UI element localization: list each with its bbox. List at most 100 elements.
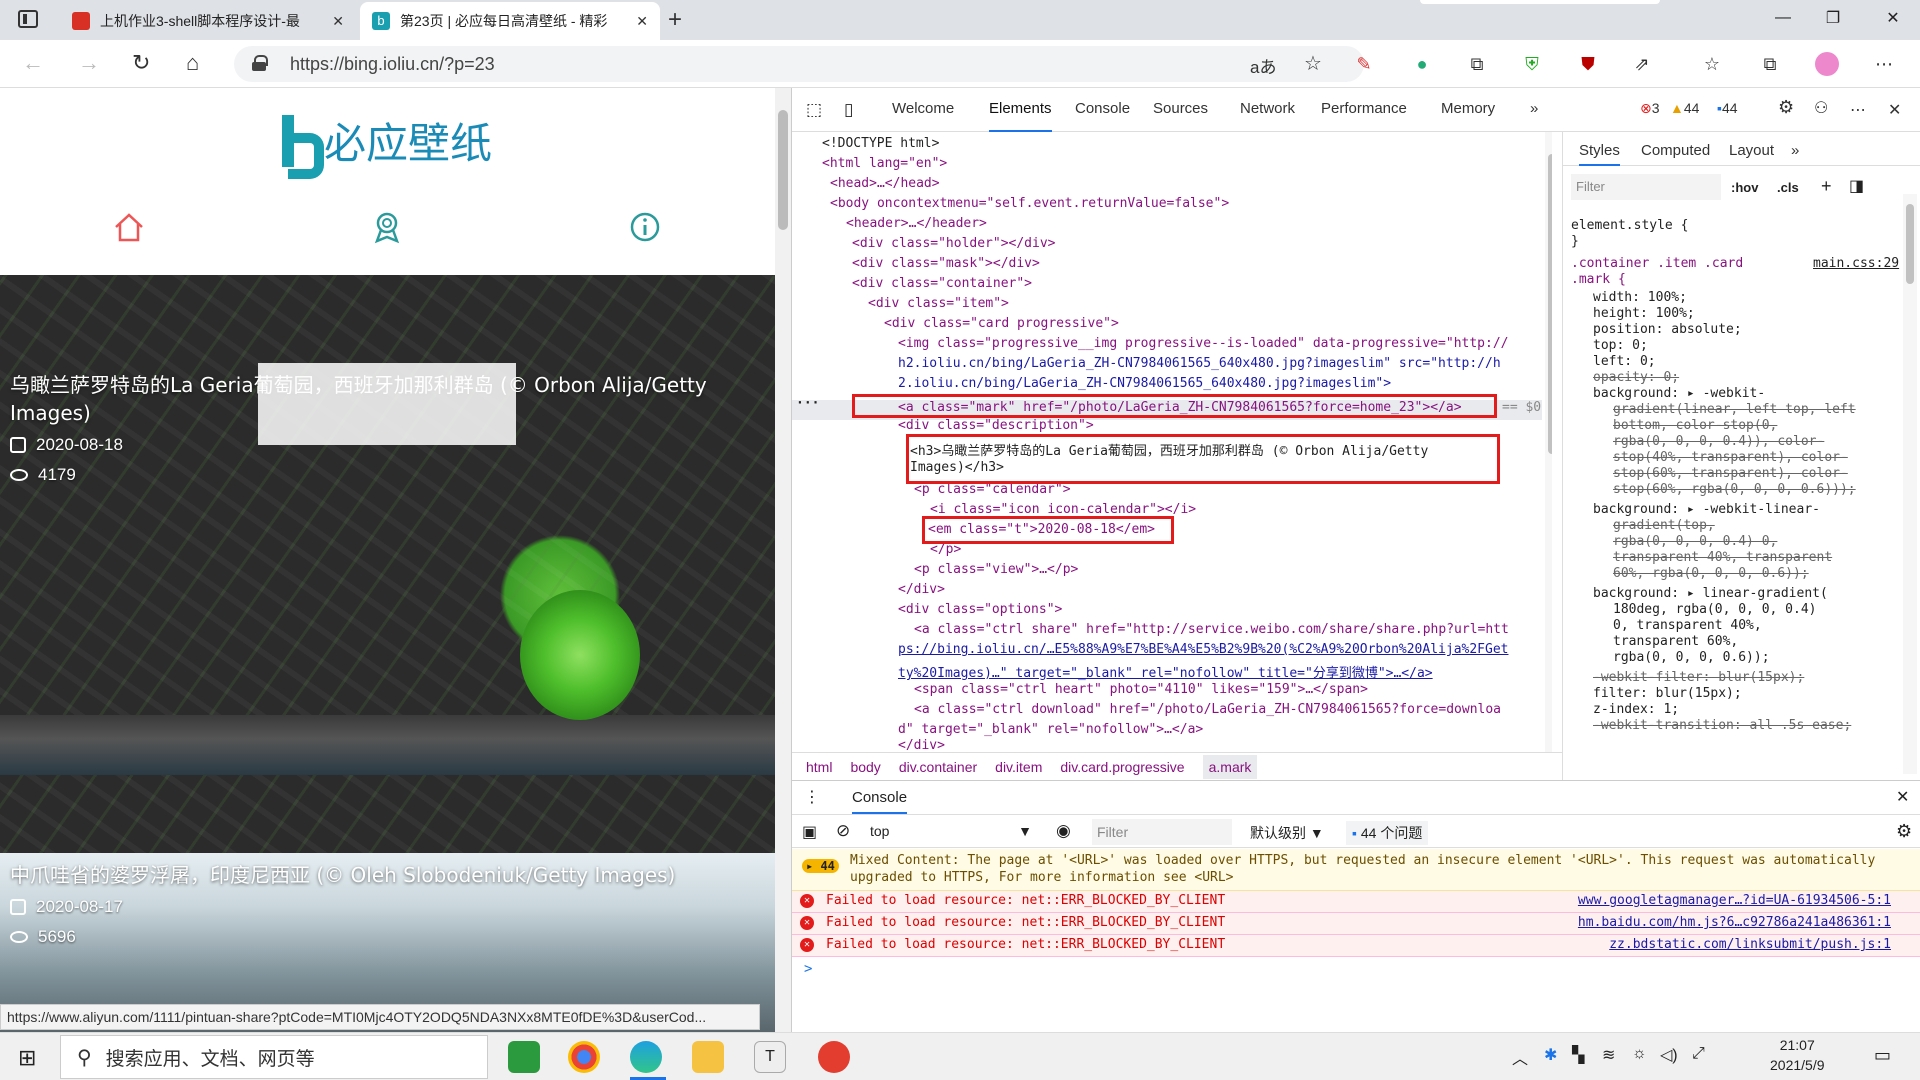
- tray-expand-icon[interactable]: ︿: [1512, 1045, 1528, 1069]
- sidebar-toggle-icon[interactable]: ◨: [1849, 176, 1864, 196]
- dom-line[interactable]: <header>…</header>: [846, 216, 987, 231]
- back-icon[interactable]: ←: [22, 50, 44, 76]
- dom-line[interactable]: <html lang="en">: [822, 156, 947, 171]
- dom-line[interactable]: ty%20Images)…" target="_blank" rel="nofo…: [898, 662, 1433, 681]
- settings-gear-icon[interactable]: ⚙: [1778, 97, 1794, 118]
- console-settings-gear-icon[interactable]: ⚙: [1896, 821, 1912, 842]
- console-filter-input[interactable]: Filter: [1092, 819, 1232, 845]
- maximize-icon[interactable]: ❐: [1810, 0, 1856, 36]
- read-aloud-icon[interactable]: aあ: [1250, 53, 1276, 78]
- windows-start-icon[interactable]: ⊞: [18, 1045, 36, 1071]
- tab-elements[interactable]: Elements: [989, 100, 1052, 132]
- notification-icon[interactable]: ▭: [1874, 1045, 1891, 1066]
- ublock-icon[interactable]: ⛊: [1576, 52, 1600, 76]
- style-decl[interactable]: background: ▸ -webkit-linear-: [1593, 502, 1820, 517]
- error-count[interactable]: ⊗3: [1640, 100, 1660, 117]
- dom-line[interactable]: <div class="container">: [852, 276, 1032, 291]
- close-window-icon[interactable]: ✕: [1870, 0, 1916, 36]
- feedback-icon[interactable]: ⚇: [1814, 98, 1828, 118]
- scrollbar-thumb[interactable]: [1548, 154, 1552, 454]
- clock[interactable]: 21:07 2021/5/9: [1770, 1037, 1825, 1073]
- dom-line[interactable]: h2.ioliu.cn/bing/LaGeria_ZH-CN7984061565…: [898, 356, 1501, 371]
- dom-line[interactable]: d" target="_blank" rel="nofollow">…</a>: [898, 722, 1203, 737]
- error-source-link[interactable]: www.googletagmanager…?id=UA-61934506-5:1: [1578, 891, 1891, 911]
- close-drawer-icon[interactable]: ✕: [1896, 787, 1909, 807]
- inspect-icon[interactable]: ⬚: [806, 100, 822, 120]
- crumb[interactable]: div.container: [899, 759, 977, 775]
- avatar[interactable]: [1815, 52, 1839, 76]
- dom-line[interactable]: <head>…</head>: [830, 176, 940, 191]
- dom-line[interactable]: </p>: [930, 542, 961, 557]
- devtools-menu-icon[interactable]: ⋯: [1850, 100, 1866, 120]
- ranking-nav-icon[interactable]: [370, 210, 404, 244]
- tray-app-icon[interactable]: ▚: [1572, 1045, 1584, 1065]
- more-tabs-icon[interactable]: »: [1530, 100, 1538, 117]
- tab-sources[interactable]: Sources: [1153, 100, 1208, 117]
- wallpaper-card[interactable]: 乌瞰兰萨罗特岛的La Geria葡萄园，西班牙加那利群岛 (© Orbon Al…: [0, 275, 775, 853]
- dom-line[interactable]: <!DOCTYPE html>: [822, 136, 939, 151]
- new-tab-icon[interactable]: +: [668, 6, 682, 34]
- tab-layout[interactable]: Layout: [1729, 142, 1774, 159]
- tab-welcome[interactable]: Welcome: [892, 100, 954, 117]
- style-decl[interactable]: width: 100%;: [1593, 290, 1687, 305]
- tray-app-icon[interactable]: ✱: [1544, 1045, 1557, 1065]
- tab-computed[interactable]: Computed: [1641, 142, 1710, 159]
- dom-line[interactable]: <i class="icon icon-calendar"></i>: [930, 502, 1196, 517]
- message-count[interactable]: ▪44: [1717, 100, 1738, 116]
- dom-line[interactable]: <span class="ctrl heart" photo="4110" li…: [914, 682, 1368, 697]
- crumb[interactable]: html: [806, 759, 832, 775]
- styles-scrollbar[interactable]: [1903, 194, 1917, 774]
- collections-icon[interactable]: ⧉: [1758, 52, 1782, 76]
- dom-line[interactable]: <a class="ctrl download" href="/photo/La…: [914, 702, 1501, 717]
- dom-line[interactable]: <div class="holder"></div>: [852, 236, 1056, 251]
- home-nav-icon[interactable]: [112, 210, 146, 244]
- file-explorer-icon[interactable]: [692, 1041, 724, 1073]
- style-decl[interactable]: left: 0;: [1593, 354, 1656, 369]
- css-source-link[interactable]: main.css:29: [1813, 256, 1899, 271]
- network-icon[interactable]: ≋: [1602, 1045, 1615, 1065]
- drawer-tab-console[interactable]: Console: [852, 789, 908, 814]
- style-decl[interactable]: opacity: 0;: [1593, 370, 1679, 385]
- url-field[interactable]: https://bing.ioliu.cn/?p=23 aあ ☆: [234, 46, 1364, 82]
- extension-copy-icon[interactable]: ⧉: [1465, 52, 1489, 76]
- style-decl[interactable]: top: 0;: [1593, 338, 1648, 353]
- cls-toggle[interactable]: .cls: [1777, 180, 1799, 195]
- style-selector[interactable]: .mark {: [1571, 272, 1626, 287]
- style-decl[interactable]: -webkit-transition: all .5s ease;: [1593, 718, 1851, 733]
- dom-line[interactable]: <div class="item">: [868, 296, 1009, 311]
- eye-icon[interactable]: ◉: [1056, 821, 1071, 841]
- ie-app-icon[interactable]: [508, 1041, 540, 1073]
- log-level-select[interactable]: 默认级别 ▼: [1250, 823, 1324, 843]
- dom-line[interactable]: ps://bing.ioliu.cn/…E5%88%A9%E7%BE%A4%E5…: [898, 642, 1508, 657]
- dom-line[interactable]: <p class="view">…</p>: [914, 562, 1078, 577]
- tab-actions-icon[interactable]: [18, 10, 38, 28]
- error-source-link[interactable]: hm.baidu.com/hm.js?6…c92786a241a486361:1: [1578, 913, 1891, 933]
- dom-line[interactable]: <div class="description">: [898, 418, 1094, 433]
- extension-globe-icon[interactable]: ●: [1410, 52, 1434, 76]
- edge-app-icon[interactable]: [630, 1041, 662, 1073]
- volume-icon[interactable]: ◁): [1660, 1045, 1678, 1065]
- browser-tab-homework[interactable]: 上机作业3-shell脚本程序设计-最 ✕: [60, 2, 356, 40]
- crumb[interactable]: div.item: [995, 759, 1042, 775]
- tab-styles[interactable]: Styles: [1579, 142, 1620, 166]
- style-decl[interactable]: height: 100%;: [1593, 306, 1695, 321]
- error-source-link[interactable]: zz.bdstatic.com/linksubmit/push.js:1: [1609, 935, 1891, 955]
- clear-console-icon[interactable]: ⊘: [836, 821, 850, 841]
- console-prompt[interactable]: >: [804, 961, 812, 977]
- node-dots-icon[interactable]: ···: [796, 396, 819, 411]
- browser-tab-bing[interactable]: b 第23页 | 必应每日高清壁纸 - 精彩 ✕: [360, 2, 660, 40]
- dom-line[interactable]: <body oncontextmenu="self.event.returnVa…: [830, 196, 1229, 211]
- chrome-app-icon[interactable]: [568, 1041, 600, 1073]
- dom-line[interactable]: <p class="calendar">: [914, 482, 1071, 497]
- scrollbar-thumb[interactable]: [1906, 204, 1914, 284]
- typora-app-icon[interactable]: T: [754, 1041, 786, 1073]
- tab-performance[interactable]: Performance: [1321, 100, 1407, 117]
- tray-ime-icon[interactable]: ⤢: [1692, 1045, 1705, 1063]
- issues-button[interactable]: ▪ 44 个问题: [1346, 821, 1429, 845]
- dom-line[interactable]: <a class="ctrl share" href="http://servi…: [914, 622, 1509, 637]
- styles-filter-input[interactable]: Filter: [1571, 174, 1721, 200]
- tab-network[interactable]: Network: [1240, 100, 1295, 117]
- dom-line[interactable]: <div class="options">: [898, 602, 1062, 617]
- more-tabs-icon[interactable]: »: [1791, 142, 1799, 159]
- warning-count[interactable]: ▲44: [1670, 100, 1699, 116]
